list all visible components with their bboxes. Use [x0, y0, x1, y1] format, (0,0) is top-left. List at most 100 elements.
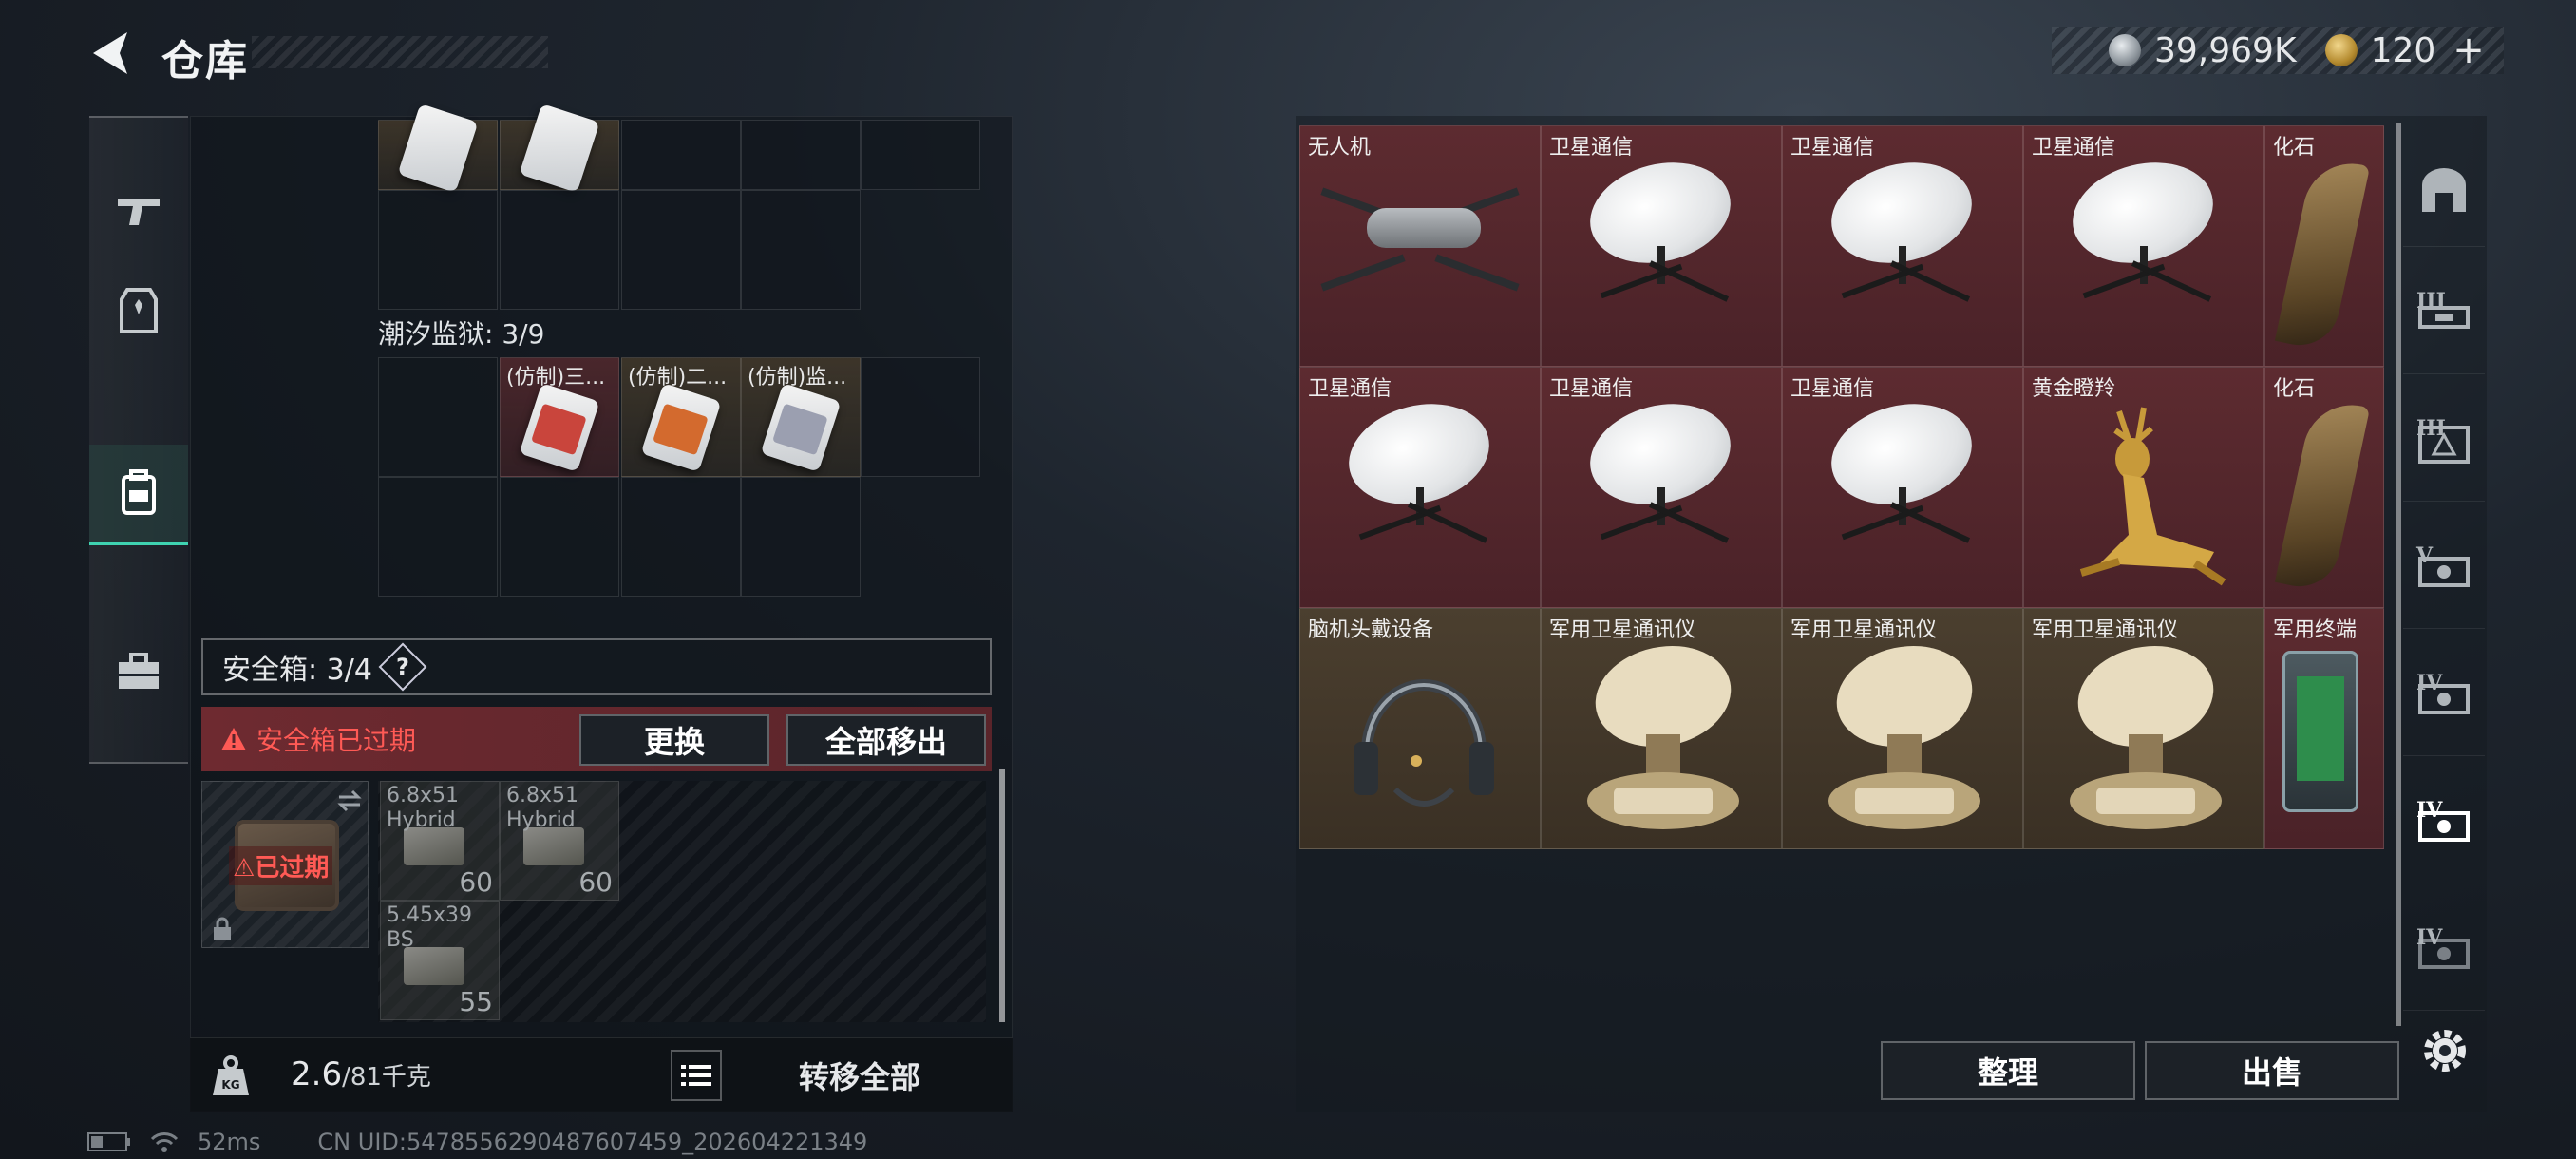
tier-label: III: [2416, 416, 2446, 441]
grid-slot[interactable]: [861, 357, 980, 477]
warehouse-item[interactable]: 黄金瞪羚: [2023, 367, 2264, 608]
grid-slot[interactable]: [621, 477, 741, 597]
grid-slot[interactable]: [741, 477, 861, 597]
item-name: 黄金瞪羚: [2032, 377, 2116, 401]
add-currency-icon[interactable]: +: [2453, 28, 2485, 72]
card-icon: [640, 383, 722, 472]
expired-warning-text: 安全箱已过期: [256, 725, 417, 756]
grid-slot[interactable]: [861, 120, 980, 190]
tide-item-slot[interactable]: (仿制)监...: [741, 357, 861, 477]
gold-coin-icon: [2324, 34, 2358, 66]
grid-slot[interactable]: [621, 190, 741, 310]
ammo-count: 55: [459, 986, 493, 1017]
left-category-nav: [89, 116, 188, 764]
sort-button[interactable]: 整理: [1881, 1041, 2135, 1100]
grid-slot[interactable]: [621, 120, 741, 190]
ammo-slot[interactable]: 5.45x39 BS 55: [380, 901, 500, 1020]
back-button[interactable]: [85, 27, 142, 80]
uid-readout: CN UID:5478556290487607459_202604221349: [317, 1129, 868, 1155]
backpack-scrollbar[interactable]: [999, 770, 1005, 1022]
grid-slot[interactable]: [741, 120, 861, 190]
item-name: 卫星通信: [2032, 136, 2116, 160]
move-all-out-button[interactable]: 全部移出: [786, 714, 986, 766]
weight-bar: KG 2.6/81千克 转移全部: [190, 1037, 1013, 1112]
warehouse-item[interactable]: 军用卫星通讯仪: [2023, 608, 2264, 849]
nav-backpack[interactable]: [89, 445, 188, 545]
warehouse-item[interactable]: 卫星通信: [1782, 367, 2023, 608]
tide-item-slot[interactable]: (仿制)二...: [621, 357, 741, 477]
warehouse-item[interactable]: 军用卫星通讯仪: [1541, 608, 1782, 849]
current-weight: 2.6: [291, 1055, 343, 1093]
tab-storage-4a[interactable]: IV: [2403, 642, 2485, 756]
safebox-slot[interactable]: ⚠已过期: [201, 781, 369, 948]
grid-slot[interactable]: [378, 190, 498, 310]
help-icon[interactable]: ?: [378, 642, 427, 692]
gear-icon: [2424, 1030, 2466, 1072]
warehouse-item[interactable]: 无人机: [1299, 125, 1541, 367]
military-satellite-icon: [2070, 645, 2222, 829]
swap-icon: [337, 789, 362, 812]
military-satellite-icon: [1587, 645, 1739, 829]
golden-gazelle-icon: [2079, 407, 2226, 586]
warehouse-item[interactable]: 卫星通信: [1299, 367, 1541, 608]
satellite-dish-icon: [1579, 148, 1742, 302]
brain-headset-icon: [1354, 679, 1494, 807]
satellite-dish-icon: [2061, 148, 2225, 302]
warehouse-item[interactable]: 军用终端: [2264, 608, 2384, 849]
list-view-button[interactable]: [671, 1050, 722, 1101]
item-name: 卫星通信: [1790, 136, 1875, 160]
warehouse-item[interactable]: 卫星通信: [1782, 125, 2023, 367]
tab-storage-5[interactable]: V: [2403, 515, 2485, 629]
item-name: 卫星通信: [1549, 136, 1634, 160]
tab-warehouse-home[interactable]: [2403, 133, 2485, 247]
replace-button[interactable]: 更换: [579, 714, 769, 766]
tide-item-slot[interactable]: (仿制)三...: [500, 357, 619, 477]
item-name: (仿制)二...: [628, 366, 728, 390]
tab-storage-3b[interactable]: III: [2403, 388, 2485, 502]
warehouse-item[interactable]: 化石: [2264, 367, 2384, 608]
warehouse-item[interactable]: 卫星通信: [1541, 367, 1782, 608]
transfer-all-button[interactable]: 转移全部: [733, 1050, 986, 1101]
status-bar: 52ms CN UID:5478556290487607459_20260422…: [87, 1129, 867, 1155]
warehouse-item[interactable]: 化石: [2264, 125, 2384, 367]
military-terminal-icon: [2282, 651, 2358, 812]
warehouse-scrollbar[interactable]: [2396, 124, 2401, 1026]
nav-armor[interactable]: [89, 260, 188, 361]
tab-storage-4c[interactable]: IV: [2403, 897, 2485, 1011]
ammo-slot[interactable]: 6.8x51 Hybrid 60: [380, 781, 500, 901]
svg-text:KG: KG: [221, 1078, 239, 1092]
grid-slot[interactable]: [500, 190, 619, 310]
ammo-name: 6.8x51 Hybrid: [506, 784, 579, 832]
item-name: 卫星通信: [1308, 377, 1392, 401]
grid-slot[interactable]: [378, 477, 498, 597]
satellite-dish-icon: [1820, 148, 1983, 302]
tab-storage-3[interactable]: III: [2403, 260, 2485, 374]
ammo-name: 5.45x39 BS: [387, 903, 472, 952]
nav-weapons[interactable]: [89, 160, 188, 260]
warehouse-item[interactable]: 脑机头戴设备: [1299, 608, 1541, 849]
satellite-dish-icon: [1820, 390, 1983, 543]
tier-label: IV: [2416, 671, 2443, 695]
grid-slot[interactable]: [378, 104, 498, 193]
warehouse-item[interactable]: 军用卫星通讯仪: [1782, 608, 2023, 849]
warehouse-item[interactable]: 卫星通信: [1541, 125, 1782, 367]
ping-readout: 52ms: [198, 1129, 261, 1155]
nav-toolbox[interactable]: [89, 621, 188, 722]
settings-button[interactable]: [2416, 1022, 2473, 1079]
lock-icon: [214, 917, 231, 940]
wifi-icon: [150, 1132, 179, 1152]
ammo-slot[interactable]: 6.8x51 Hybrid 60: [500, 781, 619, 901]
satellite-dish-icon: [1579, 390, 1742, 543]
title-stripe: [252, 36, 548, 68]
tab-storage-4b[interactable]: IV: [2403, 770, 2485, 884]
warehouse-item[interactable]: 卫星通信: [2023, 125, 2264, 367]
item-name: (仿制)监...: [748, 366, 847, 390]
tier-label: III: [2416, 289, 2446, 314]
grid-slot[interactable]: [500, 477, 619, 597]
grid-slot[interactable]: [500, 104, 619, 193]
sell-button[interactable]: 出售: [2145, 1041, 2399, 1100]
tier-label: IV: [2416, 798, 2443, 823]
grid-slot[interactable]: [378, 357, 498, 477]
item-name: 化石: [2273, 136, 2316, 160]
grid-slot[interactable]: [741, 190, 861, 310]
